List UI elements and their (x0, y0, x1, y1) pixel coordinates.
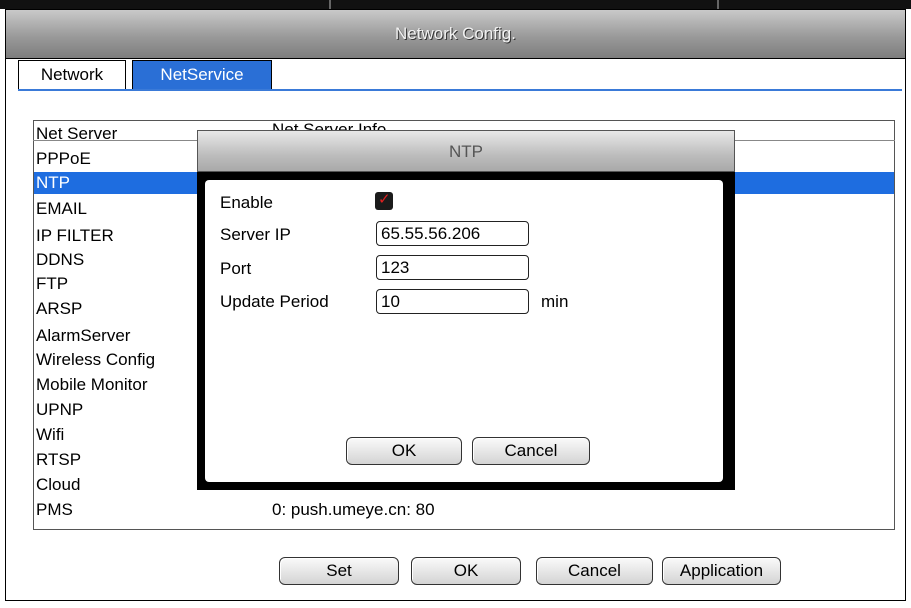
strip-divider (717, 0, 719, 9)
list-item-arsp[interactable]: ARSP (36, 298, 82, 320)
enable-checkbox[interactable]: ✓ (375, 191, 393, 210)
cancel-button[interactable]: Cancel (536, 557, 653, 585)
list-item-cloud[interactable]: Cloud (36, 474, 80, 496)
top-strip (0, 0, 911, 9)
list-item-wireless-config[interactable]: Wireless Config (36, 349, 155, 371)
enable-label: Enable (220, 193, 273, 212)
dialog-cancel-button[interactable]: Cancel (472, 437, 590, 465)
list-item-ip-filter[interactable]: IP FILTER (36, 225, 114, 247)
tab-underline (18, 89, 902, 91)
server-ip-label: Server IP (220, 225, 291, 244)
list-item-pms[interactable]: PMS (36, 499, 73, 521)
list-item-mobile-monitor[interactable]: Mobile Monitor (36, 374, 148, 396)
tab-network[interactable]: Network (18, 60, 126, 90)
column-header-net-server: Net Server (36, 124, 118, 143)
list-item-ftp[interactable]: FTP (36, 273, 68, 295)
ntp-dialog-titlebar: NTP (197, 130, 735, 172)
list-item-wifi[interactable]: Wifi (36, 424, 64, 446)
list-item-ddns[interactable]: DDNS (36, 249, 84, 271)
ntp-dialog-title: NTP (449, 142, 483, 161)
dialog-ok-button[interactable]: OK (346, 437, 462, 465)
port-field[interactable]: 123 (376, 255, 529, 280)
ok-button[interactable]: OK (411, 557, 521, 585)
update-period-unit: min (541, 292, 569, 311)
tab-netservice[interactable]: NetService (132, 60, 272, 90)
server-ip-field[interactable]: 65.55.56.206 (376, 221, 529, 246)
list-item-alarmserver[interactable]: AlarmServer (36, 325, 130, 347)
list-item-pppoe[interactable]: PPPoE (36, 148, 91, 170)
pms-info: 0: push.umeye.cn: 80 (272, 500, 435, 519)
strip-divider (329, 0, 331, 9)
update-period-label: Update Period (220, 292, 329, 311)
checkmark-icon: ✓ (378, 191, 391, 208)
window-titlebar: Network Config. (6, 10, 905, 59)
port-label: Port (220, 259, 252, 278)
list-item-upnp[interactable]: UPNP (36, 399, 83, 421)
set-button[interactable]: Set (279, 557, 399, 585)
list-item-email[interactable]: EMAIL (36, 198, 87, 220)
list-item-rtsp[interactable]: RTSP (36, 449, 81, 471)
update-period-field[interactable]: 10 (376, 289, 529, 314)
window-title: Network Config. (395, 24, 516, 43)
application-button[interactable]: Application (662, 557, 781, 585)
